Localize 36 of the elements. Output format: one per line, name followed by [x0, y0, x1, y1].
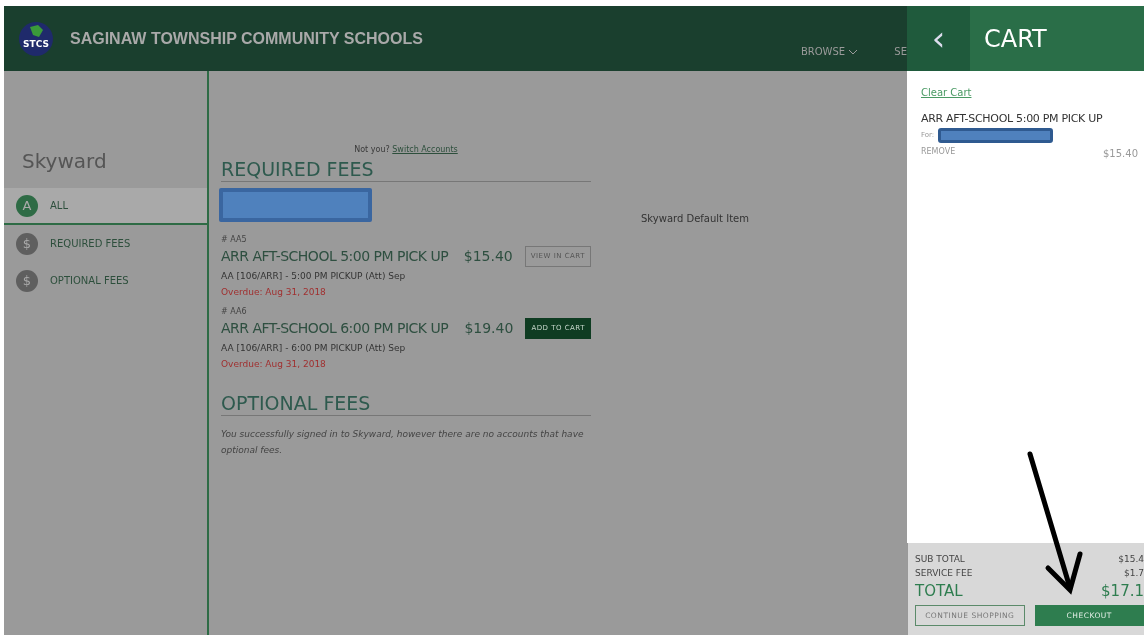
- summary-label: SERVICE FEE: [915, 566, 973, 580]
- nav-link[interactable]: SE: [894, 44, 907, 59]
- total-label: TOTAL: [915, 581, 963, 602]
- summary-label: SUB TOTAL: [915, 553, 965, 566]
- cart-item-price: $15.40: [1103, 146, 1138, 161]
- school-logo[interactable]: STCS: [18, 20, 54, 57]
- switch-accounts-link[interactable]: Switch Accounts: [392, 145, 458, 154]
- fee-price: $15.40: [463, 246, 513, 266]
- sidebar-item[interactable]: A ALL: [4, 188, 207, 225]
- fee-description: AA [106/ARR] - 6:00 PM PICKUP (Att) Sep: [221, 341, 407, 355]
- summary-value: $15.4: [1118, 553, 1144, 566]
- cart-title: CART: [983, 23, 1047, 55]
- fee-title: ARR AFT-SCHOOL 5:00 PM PICK UP: [221, 246, 449, 266]
- section-heading: OPTIONAL FEES: [221, 389, 591, 416]
- fee-title: ARR AFT-SCHOOL 6:00 PM PICK UP: [221, 318, 449, 338]
- back-button[interactable]: ‹: [907, 6, 970, 71]
- fee-code: # AA6: [221, 305, 248, 318]
- fee-price: $19.40: [464, 318, 514, 338]
- total-value: $17.1: [1101, 581, 1144, 602]
- remove-link[interactable]: REMOVE: [921, 145, 956, 161]
- site-title: SAGINAW TOWNSHIP COMMUNITY SCHOOLS: [70, 28, 423, 49]
- fee-code: # AA5: [221, 233, 248, 246]
- cart-item-title: ARR AFT-SCHOOL 5:00 PM PICK UP: [921, 111, 1104, 127]
- due-date: Overdue: Aug 31, 2018: [221, 358, 327, 372]
- summary-value: $1.7: [1123, 566, 1144, 580]
- due-date: Overdue: Aug 31, 2018: [221, 286, 327, 300]
- fee-description: AA [106/ARR] - 5:00 PM PICKUP (Att) Sep: [221, 269, 407, 283]
- account-prompt: Not you? Switch Accounts: [353, 144, 459, 156]
- section-heading: REQUIRED FEES: [221, 156, 591, 182]
- sidebar-item[interactable]: $ OPTIONAL FEES: [4, 262, 207, 299]
- sidebar-title: Skyward: [21, 148, 108, 175]
- clear-cart-link[interactable]: Clear Cart: [921, 87, 972, 98]
- item-label: Skyward Default Item: [641, 212, 749, 226]
- info-message: You successfully signed in to Skyward, however there are no accounts that have optional fees.: [221, 427, 585, 457]
- sidebar-item[interactable]: $ REQUIRED FEES: [4, 225, 207, 262]
- nav-link[interactable]: BROWSE: [800, 44, 859, 59]
